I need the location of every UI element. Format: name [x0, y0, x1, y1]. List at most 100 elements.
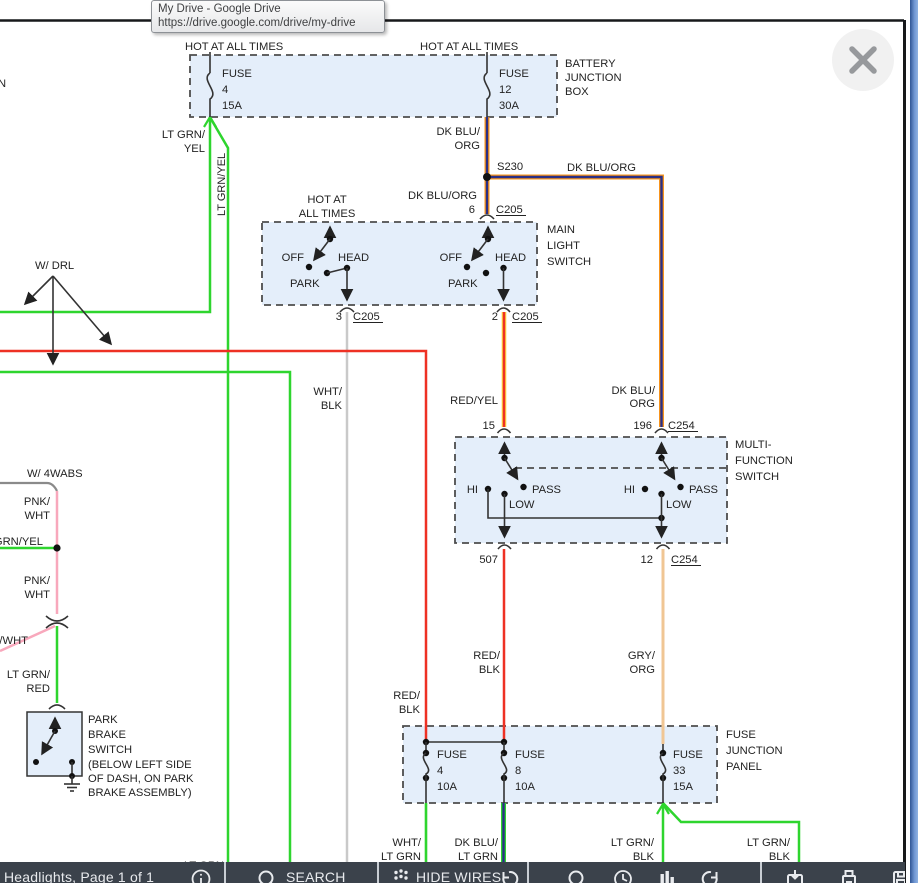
label-hi-left: HI — [467, 484, 478, 496]
label-cut-n: N — [0, 78, 6, 90]
label-hot-at-2: ALL TIMES — [299, 208, 356, 220]
label-lt-grn-yel-vertical: LT GRN/YEL — [216, 153, 228, 216]
window-edge-strip[interactable] — [910, 0, 918, 883]
label-mls-3: SWITCH — [547, 256, 591, 268]
toolbar-divider — [760, 862, 762, 883]
print-icon[interactable] — [838, 868, 860, 883]
label-pnk-wht-b2: WHT — [25, 589, 51, 601]
hide-wires-button[interactable]: HIDE WIRES — [416, 869, 501, 883]
label-red-blk-b1: RED/ — [473, 650, 501, 662]
multi-function-switch-box — [455, 437, 727, 543]
connector-c205-3 — [340, 308, 354, 312]
label-fuse12-amp: 30A — [499, 100, 519, 112]
ground-symbol — [64, 776, 80, 791]
label-head-left: HEAD — [338, 252, 369, 264]
label-off-right: OFF — [440, 252, 463, 264]
close-icon — [832, 29, 894, 91]
label-w-4wabs: W/ 4WABS — [27, 468, 83, 480]
wire-wht-4wabs-stub — [0, 483, 57, 491]
label-c205-top: C205 — [496, 204, 523, 216]
label-pfuse33: FUSE — [673, 749, 703, 761]
close-button[interactable] — [832, 29, 894, 91]
label-pfuse4-amp: 10A — [437, 781, 457, 793]
splice-s230 — [483, 173, 491, 181]
connector-park-brake — [49, 705, 65, 709]
viewer-toolbar: Headlights, Page 1 of 1 SEARCH HIDE WIRE… — [0, 862, 905, 883]
label-pin-507: 507 — [479, 554, 498, 566]
label-dk-blu-org-c: DK BLU/ORG — [567, 162, 636, 174]
label-gry-org-2: ORG — [630, 664, 655, 676]
label-pin-2: 2 — [492, 311, 498, 323]
label-mfs-1: MULTI- — [735, 439, 772, 451]
label-c254-12: C254 — [671, 554, 698, 566]
zoom-icon[interactable] — [566, 868, 588, 883]
label-fjp-3: PANEL — [726, 761, 762, 773]
label-lt-grn-red-2: RED — [26, 683, 50, 695]
label-park-right: PARK — [448, 278, 478, 290]
share-icon[interactable] — [700, 868, 722, 883]
label-fuse4-amp: 15A — [222, 100, 242, 112]
label-hot-at-1: HOT AT — [307, 194, 347, 206]
label-battery-1: BATTERY — [565, 58, 616, 70]
drive-preview-window: N HOT AT ALL TIMES HOT AT ALL TIMES FUSE… — [0, 0, 918, 883]
connector-c254-12 — [657, 545, 670, 549]
label-pfuse8-amp: 10A — [515, 781, 535, 793]
toolbar-divider — [377, 862, 379, 883]
info-icon[interactable] — [190, 868, 212, 883]
label-dk-blu-org-d1: DK BLU/ — [611, 385, 655, 397]
download-icon[interactable] — [784, 868, 806, 883]
undo-icon[interactable] — [498, 868, 520, 883]
label-w-drl: W/ DRL — [35, 260, 74, 272]
label-wht-cut: /WHT — [0, 635, 28, 647]
splice-grn-yel — [53, 544, 60, 551]
label-wht-lt-grn-1: WHT/ — [392, 837, 421, 849]
label-wht-blk-2: BLK — [321, 400, 343, 412]
label-pin-12: 12 — [641, 554, 653, 566]
label-hot-left: HOT AT ALL TIMES — [185, 41, 283, 53]
search-icon[interactable] — [256, 868, 278, 883]
history-clock-icon[interactable] — [612, 868, 634, 883]
label-battery-3: BOX — [565, 86, 589, 98]
label-park-left: PARK — [290, 278, 320, 290]
label-fuse4: FUSE — [222, 68, 252, 80]
label-low-left: LOW — [509, 499, 535, 511]
label-gry-org-1: GRY/ — [628, 650, 656, 662]
label-c205-3: C205 — [353, 311, 380, 323]
adjust-bars-icon[interactable] — [656, 868, 678, 883]
label-dk-blu-org-b: DK BLU/ORG — [408, 190, 477, 202]
label-pfuse33-amp: 15A — [673, 781, 693, 793]
wire-lt-grn-yel-right — [211, 119, 228, 862]
label-pnk-wht-a2: WHT — [25, 510, 51, 522]
toolbar-divider — [224, 862, 226, 883]
label-pfuse33-num: 33 — [673, 765, 685, 777]
label-park-brake-5: OF DASH, ON PARK — [88, 773, 194, 785]
label-park-brake-4: (BELOW LEFT SIDE — [88, 759, 192, 771]
wires-dots-icon[interactable] — [390, 868, 412, 883]
label-pfuse8-num: 8 — [515, 765, 521, 777]
connector-507 — [498, 545, 511, 549]
label-hi-right: HI — [624, 484, 635, 496]
label-dk-blu-org-d2: ORG — [630, 398, 655, 410]
label-lt-grn-yel-2: YEL — [184, 143, 205, 155]
label-dk-blu-org-a2: ORG — [455, 140, 480, 152]
save-icon[interactable] — [890, 868, 905, 883]
label-off-left: OFF — [282, 252, 305, 264]
connector-c254-196 — [655, 429, 668, 433]
label-mfs-2: FUNCTION — [735, 455, 793, 467]
search-button[interactable]: SEARCH — [286, 869, 346, 883]
label-fjp-2: JUNCTION — [726, 745, 783, 757]
label-fjp-1: FUSE — [726, 729, 756, 741]
label-fuse4-num: 4 — [222, 84, 228, 96]
page-title: Headlights, Page 1 of 1 — [4, 869, 154, 883]
label-pnk-wht-b1: PNK/ — [24, 575, 51, 587]
label-red-blk-a2: BLK — [399, 704, 421, 716]
label-dk-blu-lt-grn-1: DK BLU/ — [454, 837, 498, 849]
label-battery-2: JUNCTION — [565, 72, 622, 84]
label-park-brake-6: BRAKE ASSEMBLY) — [88, 787, 192, 799]
label-fuse12-num: 12 — [499, 84, 511, 96]
label-pin-6: 6 — [469, 204, 475, 216]
label-pass-left: PASS — [532, 484, 561, 496]
label-head-right: HEAD — [495, 252, 526, 264]
label-park-brake-1: PARK — [88, 714, 118, 726]
label-mfs-3: SWITCH — [735, 471, 779, 483]
